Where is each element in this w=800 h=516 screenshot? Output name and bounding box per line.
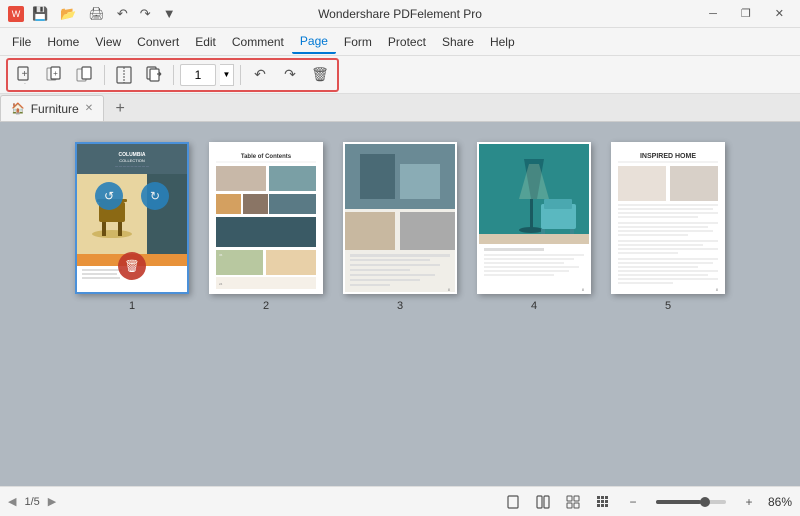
svg-text:+: +	[22, 69, 28, 80]
grid-view-button[interactable]	[562, 491, 584, 513]
sep3	[240, 65, 241, 85]
svg-text:INSPIRED HOME: INSPIRED HOME	[640, 153, 696, 160]
document-tab[interactable]: 🏠 Furniture ✕	[0, 95, 104, 121]
menu-view[interactable]: View	[87, 31, 129, 53]
redo-button[interactable]: ↷	[277, 62, 303, 88]
menu-comment[interactable]: Comment	[224, 31, 292, 53]
menu-share[interactable]: Share	[434, 31, 482, 53]
page-thumb-4[interactable]: 8 4	[477, 142, 591, 312]
svg-text:24: 24	[219, 282, 223, 286]
sep2	[173, 65, 174, 85]
title-bar: W 💾 📂 🖨 ↶ ↷ ▼ Wondershare PDFelement Pro…	[0, 0, 800, 28]
thumbnail-view-button[interactable]	[592, 491, 614, 513]
tab-label: Furniture	[31, 102, 79, 116]
page-thumb-3[interactable]: 8 3	[343, 142, 457, 312]
page-num-1: 1	[129, 300, 135, 312]
two-page-view-button[interactable]	[532, 491, 554, 513]
page-thumb-1[interactable]: COLUMBIA COLLECTION — — — — — — — — —	[75, 142, 189, 312]
svg-text:Table of Contents: Table of Contents	[241, 154, 292, 160]
tab-bar: 🏠 Furniture ✕ +	[0, 94, 800, 122]
page-tools-group: ++ +	[6, 58, 339, 92]
status-right: − + 86%	[502, 491, 792, 513]
zoom-level: 86%	[768, 495, 792, 509]
delete-overlay[interactable]: 🗑	[118, 252, 146, 280]
page-number-input[interactable]	[180, 64, 216, 86]
menu-home[interactable]: Home	[39, 31, 87, 53]
open-icon[interactable]: 📂	[56, 4, 80, 24]
minimize-button[interactable]: ─	[701, 6, 725, 22]
quick-access-icon[interactable]: ▼	[159, 4, 180, 23]
app-title: Wondershare PDFelement Pro	[318, 7, 482, 21]
toolbar: ++ +	[0, 56, 800, 94]
menu-form[interactable]: Form	[336, 31, 380, 53]
status-bar: ◀ 1/5 ▶	[0, 486, 800, 516]
duplicate-page-button[interactable]	[72, 62, 98, 88]
page-image-4[interactable]: 8	[477, 142, 591, 294]
undo-title-icon[interactable]: ↶	[113, 4, 132, 24]
undo-button[interactable]: ↶	[247, 62, 273, 88]
status-left: ◀ 1/5 ▶	[8, 495, 56, 508]
menu-page[interactable]: Page	[292, 30, 336, 54]
svg-text:+: +	[23, 81, 28, 84]
svg-text:36: 36	[219, 253, 223, 257]
page-num-2: 2	[263, 300, 269, 312]
title-bar-left: W 💾 📂 🖨 ↶ ↷ ▼	[8, 4, 180, 24]
app-icon: W	[8, 6, 24, 22]
rotate-left-overlay[interactable]: ↺	[95, 182, 123, 210]
zoom-in-button[interactable]: +	[738, 491, 760, 513]
page-image-2[interactable]: Table of Contents 24 36	[209, 142, 323, 294]
zoom-slider-fill	[656, 500, 702, 504]
menu-help[interactable]: Help	[482, 31, 523, 53]
menu-bar: File Home View Convert Edit Comment Page…	[0, 28, 800, 56]
redo-title-icon[interactable]: ↷	[136, 4, 155, 24]
page-image-5[interactable]: INSPIRED HOME	[611, 142, 725, 294]
save-icon[interactable]: 💾	[28, 4, 52, 24]
zoom-slider[interactable]	[656, 500, 726, 504]
close-button[interactable]: ✕	[767, 5, 792, 22]
main-content: COLUMBIA COLLECTION — — — — — — — — —	[0, 122, 800, 486]
menu-file[interactable]: File	[4, 31, 39, 53]
restore-button[interactable]: ❐	[733, 5, 759, 22]
page-dropdown[interactable]: ▼	[220, 64, 234, 86]
extract-page-button[interactable]	[141, 62, 167, 88]
zoom-slider-handle	[700, 497, 710, 507]
print-icon[interactable]: 🖨	[84, 4, 109, 24]
page-num-5: 5	[665, 300, 671, 312]
page-thumb-5[interactable]: INSPIRED HOME	[611, 142, 725, 312]
current-page: 1	[24, 496, 30, 508]
zoom-out-button[interactable]: −	[622, 491, 644, 513]
page-overlay: ↺ ↻ 🗑	[77, 144, 187, 292]
split-page-button[interactable]	[111, 62, 137, 88]
menu-protect[interactable]: Protect	[380, 31, 434, 53]
page-num-3: 3	[397, 300, 403, 312]
home-icon: 🏠	[11, 102, 25, 115]
menu-edit[interactable]: Edit	[187, 31, 224, 53]
insert-pages-button[interactable]: +	[42, 62, 68, 88]
pages-container: COLUMBIA COLLECTION — — — — — — — — —	[75, 142, 725, 312]
rotate-right-overlay[interactable]: ↻	[141, 182, 169, 210]
page-image-1[interactable]: COLUMBIA COLLECTION — — — — — — — — —	[75, 142, 189, 294]
tab-close-button[interactable]: ✕	[85, 103, 93, 114]
page-image-3[interactable]: 8	[343, 142, 457, 294]
single-page-view-button[interactable]	[502, 491, 524, 513]
sep1	[104, 65, 105, 85]
total-pages: 5	[34, 496, 40, 508]
window-controls: ─ ❐ ✕	[701, 5, 792, 22]
new-tab-button[interactable]: +	[108, 97, 132, 121]
delete-page-button[interactable]: 🗑	[307, 62, 333, 88]
svg-text:+: +	[53, 69, 58, 78]
page-num-4: 4	[531, 300, 537, 312]
page-thumb-2[interactable]: Table of Contents 24 36 2	[209, 142, 323, 312]
insert-page-button[interactable]: ++	[12, 62, 38, 88]
menu-convert[interactable]: Convert	[129, 31, 187, 53]
